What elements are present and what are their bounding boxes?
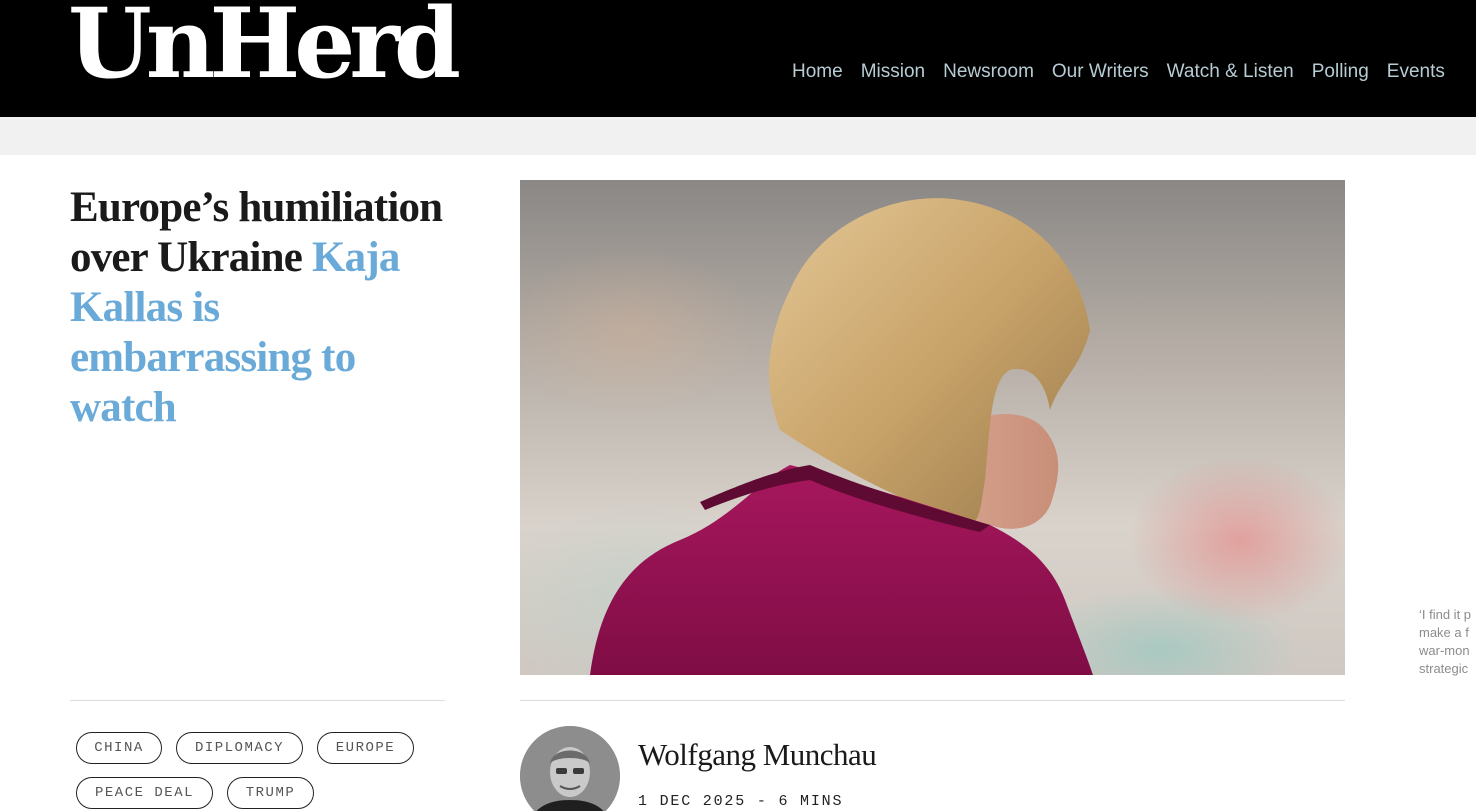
read-time: 6 MINS xyxy=(778,793,844,810)
nav-watch-listen[interactable]: Watch & Listen xyxy=(1167,59,1294,85)
author-photo xyxy=(520,726,620,811)
tag-trump[interactable]: TRUMP xyxy=(227,777,314,809)
nav-mission[interactable]: Mission xyxy=(861,59,925,85)
hero-image xyxy=(520,180,1345,675)
ad-band xyxy=(0,117,1476,155)
hero-illustration xyxy=(590,198,1093,675)
nav-newsroom[interactable]: Newsroom xyxy=(943,59,1034,85)
nav-our-writers[interactable]: Our Writers xyxy=(1052,59,1149,85)
nav-events[interactable]: Events xyxy=(1387,59,1445,85)
pull-quote-line: ‘I find it p xyxy=(1419,607,1472,622)
site-logo[interactable]: UnHerd xyxy=(68,0,461,92)
site-header: UnHerd Home Mission Newsroom Our Writers… xyxy=(0,0,1476,117)
publish-date: 1 DEC 2025 xyxy=(638,793,747,810)
tag-china[interactable]: CHINA xyxy=(76,732,162,764)
article-meta: 1 DEC 2025 - 6 MINS xyxy=(638,793,843,810)
pull-quote: ‘I find it p make a f war-mon strategic xyxy=(1419,606,1476,678)
main-divider xyxy=(520,700,1345,701)
author-name[interactable]: Wolfgang Munchau xyxy=(638,737,877,773)
tag-europe[interactable]: EUROPE xyxy=(317,732,414,764)
tag-diplomacy[interactable]: DIPLOMACY xyxy=(176,732,303,764)
nav-home[interactable]: Home xyxy=(792,59,843,85)
meta-separator: - xyxy=(756,793,768,810)
pull-quote-line: strategic xyxy=(1419,661,1469,676)
pull-quote-line: make a f xyxy=(1419,625,1469,640)
tag-peace-deal[interactable]: PEACE DEAL xyxy=(76,777,213,809)
left-divider xyxy=(70,700,445,701)
pull-quote-line: war-mon xyxy=(1419,643,1470,658)
nav-polling[interactable]: Polling xyxy=(1312,59,1369,85)
author-avatar[interactable] xyxy=(520,726,620,811)
main-nav: Home Mission Newsroom Our Writers Watch … xyxy=(792,59,1445,85)
article-headline: Europe’s humiliation over Ukraine Kaja K… xyxy=(70,183,460,433)
